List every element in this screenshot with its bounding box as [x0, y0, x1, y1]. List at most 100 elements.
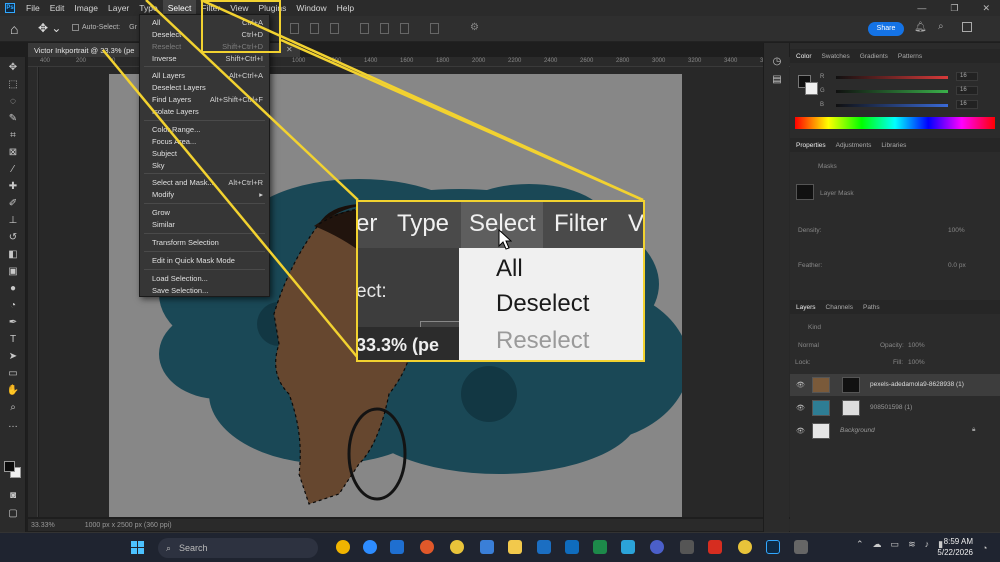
eraser-icon[interactable]: ◧ — [6, 248, 20, 262]
auto-select-toggle[interactable]: Auto-Select: Gr — [72, 24, 137, 31]
tab-channels[interactable]: Channels — [826, 304, 853, 311]
green-slider[interactable] — [836, 90, 948, 93]
tab-properties[interactable]: Properties — [796, 142, 826, 149]
distribute-icon[interactable] — [360, 23, 369, 34]
select-menu-item[interactable]: Modify ▸ — [152, 190, 263, 201]
select-menu-item[interactable]: Grow — [152, 208, 263, 219]
select-menu-item[interactable]: Find Layers Alt+Shift+Ctrl+F — [152, 95, 263, 106]
stamp-icon[interactable]: ⊥ — [6, 214, 20, 228]
red-value[interactable]: 16 — [956, 72, 978, 81]
comments-icon[interactable]: ▤ — [770, 73, 784, 87]
tab-paths[interactable]: Paths — [863, 304, 880, 311]
align-left-icon[interactable] — [290, 23, 299, 34]
select-menu-item[interactable]: Save Selection... — [152, 286, 263, 297]
red-slider[interactable] — [836, 76, 948, 79]
select-menu-item[interactable]: Load Selection... — [152, 274, 263, 285]
maximize-icon[interactable]: ❐ — [950, 3, 958, 14]
callout-menu-filter[interactable]: Filter — [554, 210, 607, 238]
lasso-icon[interactable]: ◌ — [6, 95, 20, 109]
tab-color[interactable]: Color — [796, 53, 812, 60]
acrobat-icon[interactable] — [708, 540, 722, 554]
density-value[interactable]: 100% — [948, 227, 965, 234]
type-icon[interactable]: T — [6, 333, 20, 347]
minimize-icon[interactable]: — — [917, 3, 926, 13]
callout-menu-deselect[interactable]: Deselect — [496, 290, 589, 318]
background-swatch[interactable] — [805, 82, 818, 95]
menu-edit[interactable]: Edit — [45, 0, 70, 16]
taskbar-search[interactable]: ⌕ Search — [158, 538, 318, 558]
share-button[interactable]: Share — [868, 22, 904, 36]
layer-row[interactable]: 👁︎ 908501598 (1) — [790, 397, 1000, 419]
close-tab-icon[interactable]: ✕ — [286, 45, 293, 54]
workspace-icon[interactable] — [962, 22, 972, 32]
quick-mask-icon[interactable]: ◙ — [6, 489, 20, 503]
layer-mask-thumbnail[interactable] — [796, 184, 814, 200]
windows-start-icon[interactable] — [131, 541, 145, 555]
app-icon[interactable] — [336, 540, 350, 554]
select-menu-item[interactable]: Inverse Shift+Ctrl+I — [152, 54, 263, 65]
blue-slider[interactable] — [836, 104, 948, 107]
eye-icon[interactable]: 👁︎ — [796, 381, 805, 389]
callout-menu-view[interactable]: V — [628, 210, 643, 238]
word-icon[interactable] — [390, 540, 404, 554]
tab-libraries[interactable]: Libraries — [881, 142, 906, 149]
display-icon[interactable]: ▭ — [891, 539, 900, 550]
menu-help[interactable]: Help — [332, 0, 359, 16]
app-icon[interactable] — [480, 540, 494, 554]
select-menu-item[interactable]: Color Range... — [152, 125, 263, 136]
align-right-icon[interactable] — [330, 23, 339, 34]
home-icon[interactable]: ⌂ — [10, 21, 26, 37]
search-icon[interactable]: ⌕ — [938, 21, 944, 32]
notification-icon[interactable]: ◔ — [982, 543, 987, 553]
gear-icon[interactable]: ⚙ — [470, 22, 479, 33]
tab-gradients[interactable]: Gradients — [860, 53, 888, 60]
select-menu-item[interactable]: Focus Area... — [152, 137, 263, 148]
dodge-icon[interactable]: ◔ — [6, 299, 20, 313]
app-icon[interactable] — [680, 540, 694, 554]
move-icon[interactable]: ✥ — [6, 61, 20, 75]
select-menu-item[interactable]: Deselect Layers — [152, 83, 263, 94]
blur-icon[interactable]: ● — [6, 282, 20, 296]
menu-image[interactable]: Image — [69, 0, 103, 16]
frame-icon[interactable]: ⊠ — [6, 146, 20, 160]
menu-window[interactable]: Window — [291, 0, 331, 16]
close-window-icon[interactable]: ✕ — [982, 3, 990, 14]
eyedropper-icon[interactable]: ⁄ — [6, 163, 20, 177]
gradient-icon[interactable]: ▣ — [6, 265, 20, 279]
chevron-up-icon[interactable]: ⌃ — [856, 539, 864, 550]
pen-icon[interactable]: ✒ — [6, 316, 20, 330]
tab-patterns[interactable]: Patterns — [898, 53, 922, 60]
app-icon[interactable] — [621, 540, 635, 554]
move-tool-icon[interactable]: ✥ ⌄ — [38, 21, 61, 35]
eye-icon[interactable]: 👁︎ — [796, 427, 805, 435]
select-menu-item[interactable]: Transform Selection — [152, 238, 263, 249]
feather-value[interactable]: 0.0 px — [948, 262, 966, 269]
tab-swatches[interactable]: Swatches — [822, 53, 850, 60]
excel-icon[interactable] — [593, 540, 607, 554]
app-icon[interactable] — [420, 540, 434, 554]
history-icon[interactable]: ◷ — [770, 55, 784, 69]
taskbar-clock[interactable]: 8:59 AM 5/22/2026 — [928, 536, 973, 558]
eye-icon[interactable]: 👁︎ — [796, 404, 805, 412]
healing-icon[interactable]: ✚ — [6, 180, 20, 194]
marquee-icon[interactable]: ⬚ — [6, 78, 20, 92]
bell-icon[interactable]: 🔔︎ — [914, 22, 927, 33]
chrome-icon[interactable] — [450, 540, 464, 554]
chrome-icon[interactable] — [738, 540, 752, 554]
history-brush-icon[interactable]: ↺ — [6, 231, 20, 245]
more-options-icon[interactable] — [430, 23, 439, 34]
align-center-icon[interactable] — [310, 23, 319, 34]
shape-icon[interactable]: ▭ — [6, 367, 20, 381]
screen-mode-icon[interactable]: ▢ — [6, 507, 20, 521]
path-select-icon[interactable]: ➤ — [6, 350, 20, 364]
color-spectrum[interactable] — [795, 117, 995, 129]
fill-value[interactable]: 100% — [908, 359, 925, 366]
app-icon[interactable] — [794, 540, 808, 554]
distribute-vertical-icon[interactable] — [380, 23, 389, 34]
crop-icon[interactable]: ⌗ — [6, 129, 20, 143]
layer-filter-kind[interactable]: Kind — [808, 324, 821, 331]
brush-icon[interactable]: ✐ — [6, 197, 20, 211]
select-menu-item[interactable]: All Layers Alt+Ctrl+A — [152, 71, 263, 82]
layer-row[interactable]: 👁︎ Background 🔒︎ — [790, 420, 1000, 442]
menu-layer[interactable]: Layer — [103, 0, 134, 16]
